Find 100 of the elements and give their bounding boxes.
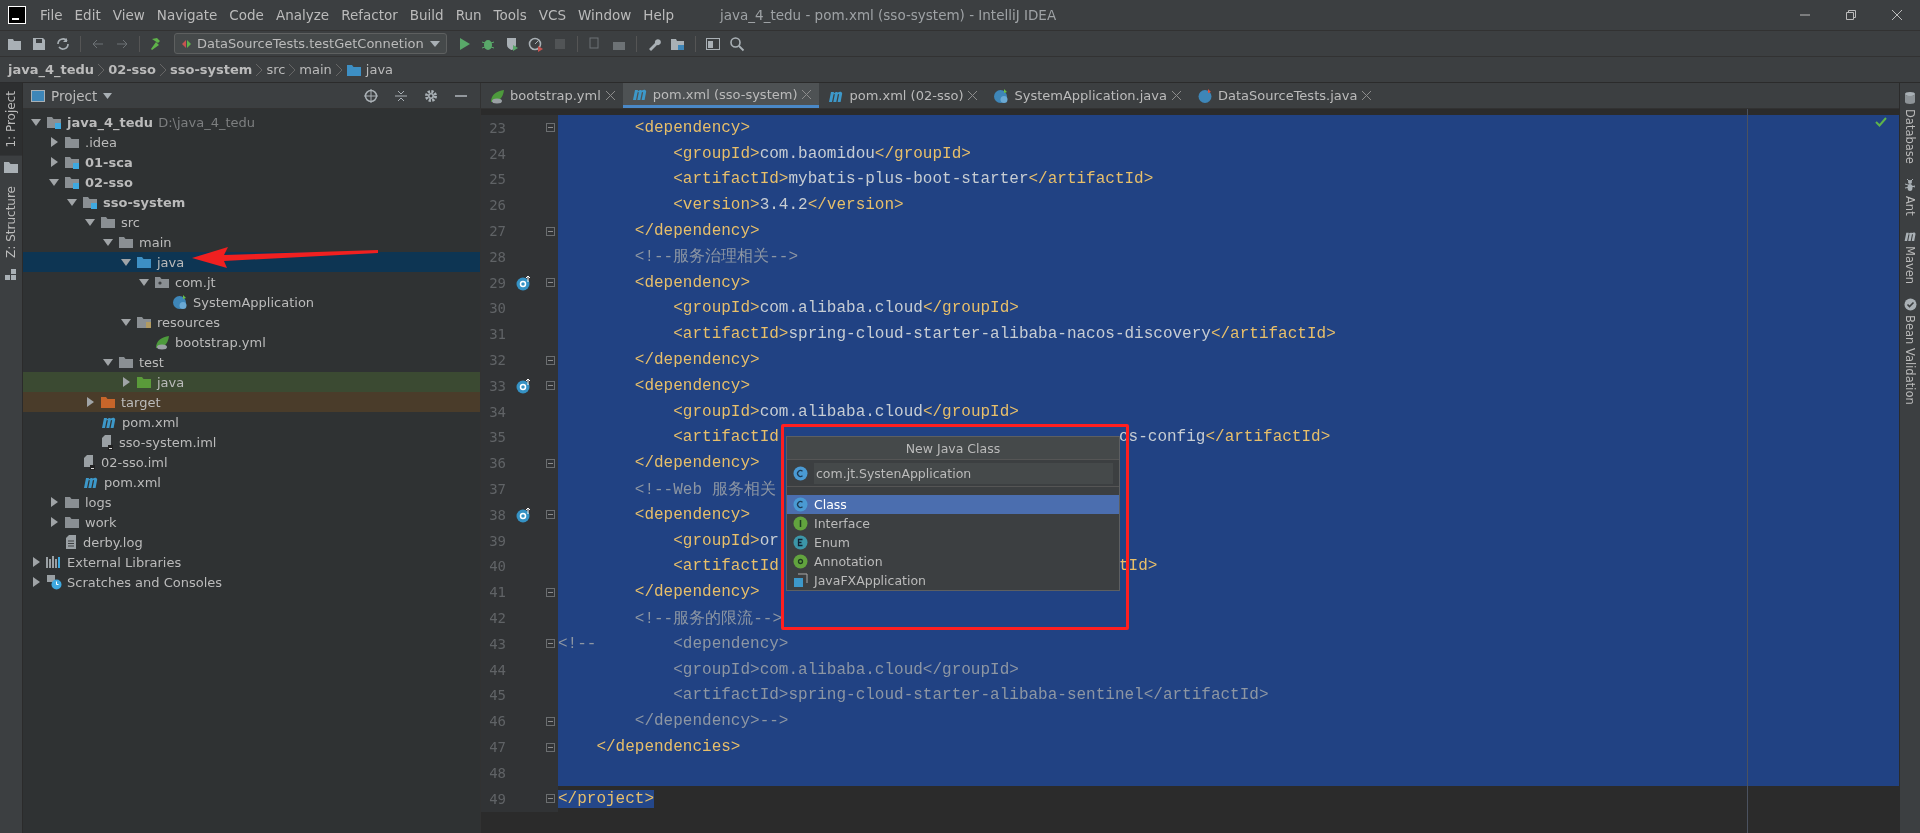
fold-icon[interactable]	[546, 794, 555, 804]
run-configuration-dropdown[interactable]: DataSourceTests.testGetConnetion	[174, 33, 447, 54]
close-icon[interactable]	[1171, 91, 1181, 100]
expand-arrow-icon[interactable]	[31, 557, 41, 567]
tree-item[interactable]: External Libraries	[23, 552, 480, 572]
breadcrumb[interactable]: java	[345, 62, 394, 77]
fold-icon[interactable]	[546, 123, 555, 133]
expand-arrow-icon[interactable]	[31, 117, 41, 127]
tree-item[interactable]: src	[23, 212, 480, 232]
menu-item[interactable]: Edit	[68, 7, 107, 23]
tree-item[interactable]: 02-sso.iml	[23, 452, 480, 472]
expand-arrow-icon[interactable]	[103, 357, 113, 367]
tree-item[interactable]: SystemApplication	[23, 292, 480, 312]
menu-item[interactable]: Tools	[487, 7, 533, 23]
menu-item[interactable]: Help	[637, 7, 681, 23]
tool-window-tab[interactable]: Ant	[1903, 177, 1917, 216]
tree-item[interactable]: com.jt	[23, 272, 480, 292]
expand-arrow-icon[interactable]	[121, 377, 131, 387]
tool-window-tab[interactable]: Maven	[1903, 229, 1917, 284]
menu-item[interactable]: Navigate	[150, 7, 224, 23]
breadcrumb[interactable]: java_4_tedu	[8, 62, 95, 77]
settings-icon[interactable]	[423, 87, 439, 104]
search-icon[interactable]	[728, 35, 745, 52]
tree-item[interactable]: main	[23, 232, 480, 252]
tool-window-tab[interactable]: 1: Project	[0, 83, 22, 156]
menu-item[interactable]: Code	[223, 7, 270, 23]
popup-item[interactable]: Interface	[787, 514, 1119, 533]
close-icon[interactable]	[968, 91, 978, 100]
tool-window-tab[interactable]: Database	[1903, 91, 1917, 164]
breadcrumb[interactable]: sso-system	[170, 62, 253, 77]
expand-arrow-icon[interactable]	[139, 277, 149, 287]
fold-icon[interactable]	[546, 381, 555, 391]
expand-arrow-icon[interactable]	[49, 497, 59, 507]
expand-arrow-icon[interactable]	[67, 197, 77, 207]
popup-item[interactable]: Annotation	[787, 552, 1119, 571]
tool-window-tab[interactable]: Z: Structure	[0, 177, 22, 266]
fold-icon[interactable]	[546, 716, 555, 726]
editor-tab[interactable]: pom.xml (sso-system)	[622, 83, 820, 108]
expand-arrow-icon[interactable]	[121, 257, 131, 267]
tree-item[interactable]: java	[23, 372, 480, 392]
fold-icon[interactable]	[546, 639, 555, 649]
tree-item[interactable]: work	[23, 512, 480, 532]
popup-item[interactable]: Class	[787, 495, 1119, 514]
expand-arrow-icon[interactable]	[103, 237, 113, 247]
expand-arrow-icon[interactable]	[49, 517, 59, 527]
popup-item[interactable]: JavaFXApplication	[787, 571, 1119, 590]
tree-item[interactable]: sso-system.iml	[23, 432, 480, 452]
tree-item[interactable]: java_4_tedu D:\java_4_tedu	[23, 112, 480, 132]
tree-item[interactable]: pom.xml	[23, 412, 480, 432]
tree-item[interactable]: bootstrap.yml	[23, 332, 480, 352]
fold-icon[interactable]	[546, 355, 555, 365]
layout-icon[interactable]	[704, 35, 721, 52]
editor-tab[interactable]: DataSourceTests.java	[1188, 83, 1380, 108]
expand-arrow-icon[interactable]	[121, 317, 131, 327]
save-icon[interactable]	[31, 35, 47, 52]
breadcrumb[interactable]: src	[266, 62, 286, 77]
tree-item[interactable]: Scratches and Consoles	[23, 572, 480, 592]
tree-item[interactable]: 02-sso	[23, 172, 480, 192]
menu-item[interactable]: Refactor	[335, 7, 404, 23]
editor-tab[interactable]: pom.xml (02-sso)	[819, 83, 986, 108]
expand-arrow-icon[interactable]	[49, 157, 59, 167]
menu-item[interactable]: VCS	[532, 7, 573, 23]
editor-tab[interactable]: SystemApplication.java	[985, 83, 1189, 108]
menu-item[interactable]: Run	[449, 7, 488, 23]
menu-item[interactable]: View	[106, 7, 151, 23]
menu-item[interactable]: File	[34, 7, 69, 23]
tree-item[interactable]: target	[23, 392, 480, 412]
tree-item[interactable]: .idea	[23, 132, 480, 152]
fold-icon[interactable]	[546, 742, 555, 752]
expand-arrow-icon[interactable]	[49, 137, 59, 147]
tree-item[interactable]: sso-system	[23, 192, 480, 212]
editor-tab[interactable]: bootstrap.yml	[481, 83, 623, 108]
expand-arrow-icon[interactable]	[85, 397, 95, 407]
expand-arrow-icon[interactable]	[31, 577, 41, 587]
restore-icon[interactable]	[1846, 10, 1856, 20]
tree-item[interactable]: pom.xml	[23, 472, 480, 492]
menu-item[interactable]: Analyze	[269, 7, 336, 23]
locate-icon[interactable]	[363, 87, 379, 104]
tree-item[interactable]: test	[23, 352, 480, 372]
fold-icon[interactable]	[546, 226, 555, 236]
class-name-field[interactable]: com.jt.SystenApplication	[814, 462, 1113, 484]
expand-arrow-icon[interactable]	[49, 177, 59, 187]
close-icon[interactable]	[605, 91, 615, 100]
menu-item[interactable]: Window	[572, 7, 638, 23]
tree-item[interactable]: logs	[23, 492, 480, 512]
tree-item[interactable]: derby.log	[23, 532, 480, 552]
dependency-marker-icon[interactable]	[516, 377, 532, 394]
close-icon[interactable]	[1362, 91, 1372, 100]
tree-item[interactable]: 01-sca	[23, 152, 480, 172]
fold-icon[interactable]	[546, 278, 555, 288]
tool-window-tab[interactable]: Bean Validation	[1903, 297, 1917, 405]
menu-item[interactable]: Build	[403, 7, 450, 23]
tree-item[interactable]: resources	[23, 312, 480, 332]
sync-icon[interactable]	[55, 35, 71, 52]
fold-icon[interactable]	[546, 458, 555, 468]
dependency-marker-icon[interactable]	[516, 506, 532, 523]
gauge-icon[interactable]	[527, 35, 544, 52]
project-view-dropdown[interactable]: Project	[31, 87, 113, 104]
dependency-marker-icon[interactable]	[516, 274, 532, 291]
fold-icon[interactable]	[546, 510, 555, 520]
